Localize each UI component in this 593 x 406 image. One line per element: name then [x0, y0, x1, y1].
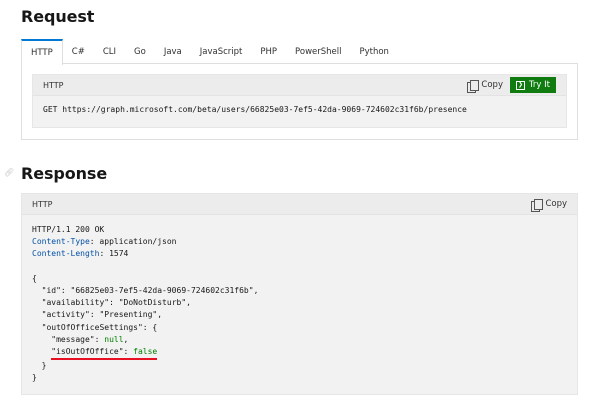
highlight-underline: "isOutOfOffice": false — [51, 346, 158, 361]
json-separator: : — [94, 334, 105, 344]
status-line: HTTP/1.1 200 OK — [32, 225, 105, 234]
request-copy-button[interactable]: Copy — [467, 79, 503, 93]
response-code-text: HTTP/1.1 200 OK Content-Type: applicatio… — [22, 215, 577, 394]
response-copy-button[interactable]: Copy — [531, 198, 567, 212]
request-code-header: HTTP Copy ❯ Try It — [33, 75, 566, 96]
json-key: "availability" — [41, 298, 110, 308]
request-panel: HTTP Copy ❯ Try It GET https://graph.mic… — [21, 63, 578, 140]
tab-cli[interactable]: CLI — [94, 39, 125, 64]
try-it-label: Try It — [528, 80, 550, 90]
request-code-text: GET https://graph.microsoft.com/beta/use… — [43, 105, 467, 114]
json-brace: } — [41, 361, 47, 371]
json-brace: } — [32, 373, 37, 383]
json-value: : "66825e03-7ef5-42da-9069-724602c31f6b"… — [60, 286, 259, 296]
json-value: : "Presenting", — [89, 310, 163, 320]
json-key: "activity" — [41, 310, 90, 320]
request-heading: Request — [21, 7, 95, 26]
tab-php[interactable]: PHP — [251, 39, 286, 64]
response-code-language: HTTP — [32, 199, 53, 209]
json-key: "isOutOfOffice" — [51, 347, 124, 357]
json-separator: : — [123, 347, 134, 357]
request-copy-label: Copy — [481, 80, 503, 90]
header-key: Content-Length — [32, 249, 100, 259]
header-value: : application/json — [89, 237, 177, 247]
header-key: Content-Type — [32, 237, 90, 247]
tab-java[interactable]: Java — [155, 39, 191, 64]
tab-http[interactable]: HTTP — [21, 39, 63, 65]
tab-javascript[interactable]: JavaScript — [191, 39, 252, 64]
tab-powershell[interactable]: PowerShell — [286, 39, 350, 64]
json-value: : "DoNotDisturb", — [109, 298, 191, 308]
copy-icon — [467, 79, 480, 93]
header-value: : 1574 — [99, 249, 129, 259]
tab-go[interactable]: Go — [125, 39, 155, 64]
response-code-header: HTTP Copy — [22, 194, 577, 215]
json-separator: , — [123, 334, 129, 344]
json-key: "outOfOfficeSettings" — [41, 322, 143, 332]
json-value: : { — [142, 322, 158, 332]
response-copy-label: Copy — [545, 199, 567, 209]
copy-icon — [531, 198, 544, 212]
tab-python[interactable]: Python — [350, 39, 397, 64]
console-icon: ❯ — [515, 80, 525, 90]
json-key: "message" — [51, 334, 95, 344]
tab-csharp[interactable]: C# — [63, 39, 94, 64]
request-code-language: HTTP — [43, 80, 64, 90]
request-code-block: HTTP Copy ❯ Try It GET https://graph.mic… — [32, 74, 567, 128]
response-heading: Response — [21, 164, 108, 183]
try-it-button[interactable]: ❯ Try It — [509, 77, 556, 93]
response-code-block: HTTP Copy HTTP/1.1 200 OK Content-Type: … — [21, 193, 578, 395]
language-tabs: HTTP C# CLI Go Java JavaScript PHP Power… — [21, 39, 398, 65]
json-literal: null — [104, 334, 124, 344]
json-brace: { — [32, 273, 37, 283]
heading-anchor-icon: 🔗︎ — [4, 168, 15, 177]
json-key: "id" — [41, 286, 61, 296]
json-literal: false — [133, 347, 158, 357]
